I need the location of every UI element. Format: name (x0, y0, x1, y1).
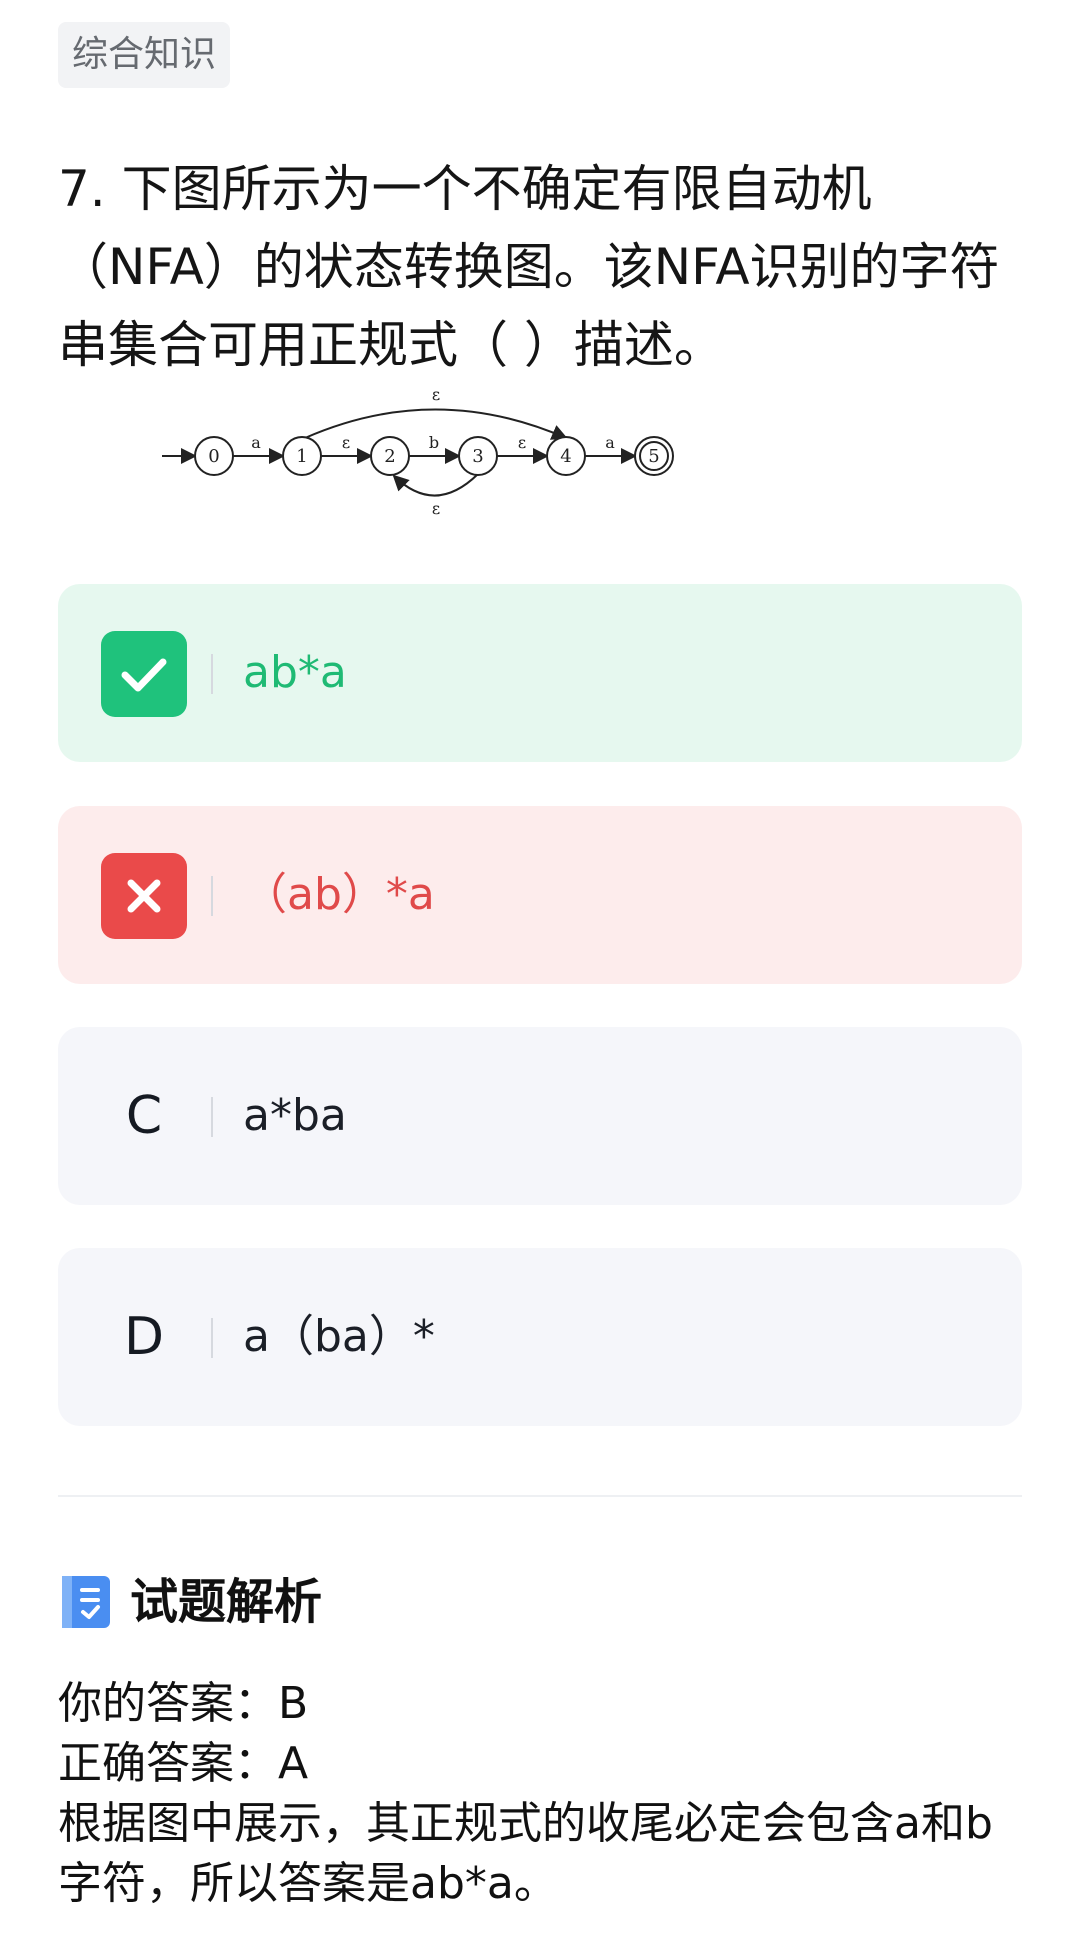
check-icon (101, 631, 187, 717)
correct-answer: 正确答案：A (58, 1738, 309, 1789)
nfa-diagram: 0 1 2 3 4 5 a ε b ε a ε ε (162, 386, 674, 516)
analysis-title: 试题解析 (130, 1574, 323, 1630)
label-t12: ε (342, 433, 350, 452)
option-separator (211, 876, 213, 916)
option-a[interactable]: ab*a (58, 584, 1022, 762)
category-tag: 综合知识 (58, 22, 230, 88)
label-t23: b (429, 433, 439, 452)
option-c-text: a*ba (243, 1090, 347, 1141)
option-c[interactable]: C a*ba (58, 1027, 1022, 1205)
state-label-2: 2 (384, 446, 395, 467)
option-d-letter: D (123, 1307, 165, 1367)
option-separator (211, 1097, 213, 1137)
option-a-text: ab*a (243, 647, 347, 698)
state-label-5: 5 (648, 446, 659, 467)
analysis-body: 你的答案：B 正确答案：A 根据图中展示，其正规式的收尾必定会包含a和b字符，所… (58, 1674, 1018, 1914)
section-divider (58, 1495, 1022, 1497)
option-separator (211, 654, 213, 694)
label-t34: ε (518, 433, 526, 452)
option-b-text: （ab）*a (243, 869, 435, 920)
label-top-arc: ε (432, 386, 440, 404)
option-d-text: a（ba）* (243, 1311, 435, 1362)
question-text: 7. 下图所示为一个不确定有限自动机（NFA）的状态转换图。该NFA识别的字符串… (58, 160, 1000, 374)
label-bottom-arc: ε (432, 499, 440, 516)
document-icon (62, 1576, 110, 1628)
explanation: 根据图中展示，其正规式的收尾必定会包含a和b字符，所以答案是ab*a。 (58, 1798, 993, 1909)
state-label-3: 3 (472, 446, 483, 467)
label-t45: a (605, 433, 615, 452)
option-d[interactable]: D a（ba）* (58, 1248, 1022, 1426)
option-b[interactable]: （ab）*a (58, 806, 1022, 984)
state-label-4: 4 (560, 446, 571, 467)
label-t01: a (251, 433, 261, 452)
option-separator (211, 1318, 213, 1358)
bottom-arc-3-2 (392, 473, 479, 497)
your-answer: 你的答案：B (58, 1678, 309, 1729)
close-icon (101, 853, 187, 939)
option-c-letter: C (125, 1086, 163, 1146)
state-label-0: 0 (208, 446, 219, 467)
state-label-1: 1 (296, 446, 307, 467)
